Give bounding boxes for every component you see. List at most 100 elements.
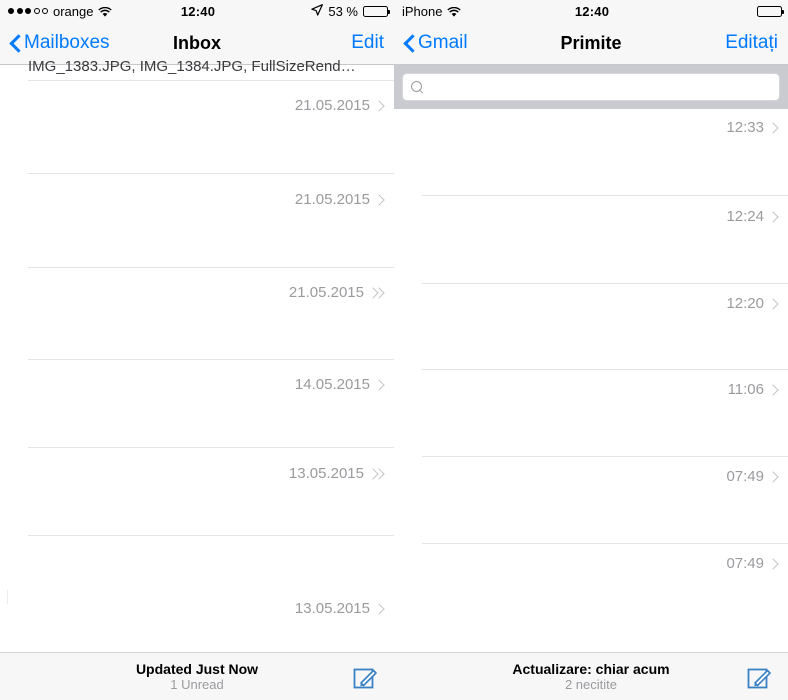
wifi-icon — [98, 6, 113, 17]
navigation-bar: Gmail Primite Editați — [394, 22, 788, 65]
page-title: Inbox — [173, 32, 221, 53]
list-item-meta: 21.05.2015 — [295, 191, 384, 208]
unread-count-label: 2 necitite — [564, 677, 618, 693]
status-bar: iPhone 12:40 — [394, 0, 788, 22]
edit-button[interactable]: Editați — [622, 32, 778, 54]
list-item-subject: IMG_1383.JPG, IMG_1384.JPG, FullSizeRend… — [28, 58, 356, 75]
carrier-label: orange — [53, 3, 94, 19]
chevron-left-icon — [10, 34, 21, 53]
list-item-timestamp: 21.05.2015 — [288, 284, 364, 301]
chevron-double-right-icon — [369, 467, 384, 481]
list-item[interactable]: 12:24 — [394, 196, 788, 284]
update-status-label: Actualizare: chiar acum — [512, 660, 670, 677]
list-item[interactable]: 13.05.2015 — [0, 448, 394, 536]
status-bar-right — [609, 5, 784, 17]
list-item-meta: 13.05.2015 — [289, 465, 384, 482]
back-button-label: Gmail — [418, 32, 468, 53]
status-bar: orange 12:40 53 % — [0, 0, 394, 22]
chevron-right-icon — [769, 210, 778, 224]
panel-right-romanian: iPhone 12:40 Gmail Primite Editați 12:33… — [394, 0, 788, 700]
list-item-timestamp: 12:20 — [726, 295, 764, 312]
list-item[interactable]: 13.05.2015 — [0, 536, 394, 632]
page-title: Primite — [560, 32, 622, 53]
mailbox-status: Updated Just Now 1 Unread — [136, 661, 258, 693]
carrier-label: iPhone — [402, 3, 443, 19]
list-item[interactable]: 12:33 — [394, 109, 788, 196]
search-input[interactable] — [430, 79, 771, 95]
status-bar-left: iPhone — [402, 4, 575, 19]
mail-list: IMG_1383.JPG, IMG_1384.JPG, FullSizeRend… — [0, 58, 394, 632]
list-item[interactable]: 21.05.2015 — [0, 174, 394, 268]
edit-button-label: Editați — [725, 32, 778, 53]
list-item-meta: 12:20 — [726, 295, 778, 312]
bottom-toolbar: Updated Just Now 1 Unread — [0, 652, 394, 700]
list-item-meta: 12:33 — [726, 119, 778, 136]
mailbox-status: Actualizare: chiar acum 2 necitite — [512, 661, 669, 693]
list-item-partial[interactable]: IMG_1383.JPG, IMG_1384.JPG, FullSizeRend… — [0, 58, 394, 81]
signal-strength-icon — [8, 8, 48, 14]
location-arrow-icon — [311, 3, 324, 19]
list-item-timestamp: 14.05.2015 — [294, 376, 370, 393]
wifi-icon — [447, 6, 462, 17]
mail-list: 12:33 12:24 12:20 11:06 07:49 07:49 — [394, 109, 788, 634]
status-bar-right: 53 % — [215, 3, 390, 19]
battery-icon — [757, 5, 784, 17]
status-time: 12:40 — [180, 3, 216, 19]
back-button-mailboxes[interactable]: Mailboxes — [10, 32, 173, 54]
battery-percent-label: 53 % — [328, 3, 358, 19]
status-time: 12:40 — [574, 3, 610, 19]
edit-button[interactable]: Edit — [221, 32, 384, 54]
chevron-right-icon — [375, 193, 384, 207]
search-bar-container — [394, 65, 788, 109]
compose-icon — [353, 668, 377, 688]
compose-icon — [747, 668, 771, 688]
dual-panel-screenshot: orange 12:40 53 % Mailboxes Inbox Edit I… — [0, 0, 788, 700]
list-item-timestamp: 21.05.2015 — [294, 191, 370, 208]
bottom-toolbar: Actualizare: chiar acum 2 necitite — [394, 652, 788, 700]
status-bar-center: 12:40 — [181, 4, 215, 19]
list-item-timestamp: 07:49 — [726, 468, 764, 485]
chevron-right-icon — [769, 557, 778, 571]
list-item-timestamp: 11:06 — [727, 381, 764, 398]
chevron-right-icon — [769, 383, 778, 397]
list-item-timestamp: 12:33 — [726, 119, 764, 136]
unread-count-label: 1 Unread — [170, 677, 224, 693]
list-item-meta: 14.05.2015 — [295, 376, 384, 393]
list-item-timestamp: 21.05.2015 — [294, 97, 370, 114]
status-bar-center: 12:40 — [575, 4, 609, 19]
panel-left-english: orange 12:40 53 % Mailboxes Inbox Edit I… — [0, 0, 394, 700]
chevron-double-right-icon — [369, 286, 384, 300]
list-item-meta: 21.05.2015 — [289, 284, 384, 301]
list-item-meta: 07:49 — [726, 555, 778, 572]
chevron-right-icon — [769, 121, 778, 135]
chevron-left-icon — [404, 34, 415, 53]
list-item[interactable]: 12:20 — [394, 284, 788, 370]
list-item[interactable]: 07:49 — [394, 544, 788, 634]
list-item-meta: 21.05.2015 — [295, 97, 384, 114]
search-icon — [411, 80, 424, 94]
list-item[interactable]: 21.05.2015 — [0, 268, 394, 360]
chevron-right-icon — [769, 470, 778, 484]
chevron-right-icon — [769, 297, 778, 311]
chevron-right-icon — [375, 602, 384, 616]
list-item-timestamp: 13.05.2015 — [294, 600, 370, 617]
list-item-meta: 13.05.2015 — [295, 600, 384, 617]
search-field[interactable] — [402, 73, 780, 101]
list-item-meta: 11:06 — [728, 381, 778, 398]
list-item[interactable]: 07:49 — [394, 457, 788, 544]
back-button-label: Mailboxes — [24, 32, 110, 53]
battery-icon — [363, 5, 390, 17]
list-item[interactable]: 11:06 — [394, 370, 788, 457]
status-bar-left: orange — [8, 4, 181, 19]
swipe-edge-indicator — [7, 590, 8, 604]
edit-button-label: Edit — [351, 32, 384, 53]
compose-button[interactable] — [352, 664, 378, 690]
list-item[interactable]: 14.05.2015 — [0, 360, 394, 448]
list-item-timestamp: 07:49 — [726, 555, 764, 572]
compose-button[interactable] — [746, 664, 772, 690]
chevron-right-icon — [375, 99, 384, 113]
list-item[interactable]: 21.05.2015 — [0, 81, 394, 174]
back-button-gmail[interactable]: Gmail — [404, 32, 560, 54]
chevron-right-icon — [375, 378, 384, 392]
update-status-label: Updated Just Now — [135, 660, 259, 677]
